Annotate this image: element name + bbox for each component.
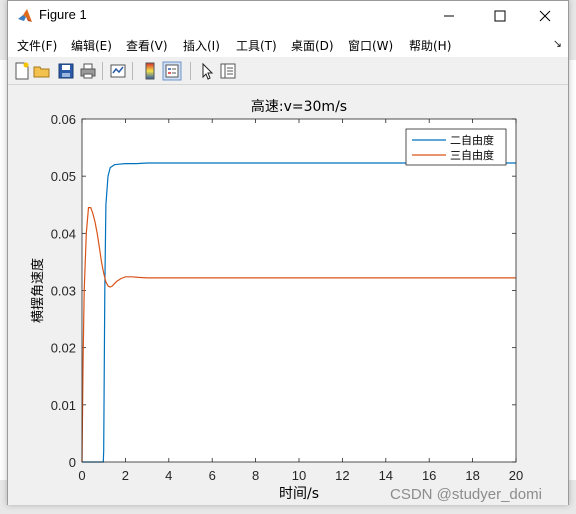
- menu-window[interactable]: 窗口(W): [348, 37, 393, 54]
- title-bar: Figure 1: [8, 1, 568, 31]
- toolbar-separator: [102, 62, 103, 80]
- y-tick-label: 0: [69, 455, 76, 470]
- edit-plot-pointer-icon[interactable]: [197, 61, 217, 81]
- x-tick-label: 10: [292, 468, 306, 483]
- x-tick-label: 6: [209, 468, 216, 483]
- x-axis-label: 时间/s: [279, 486, 319, 502]
- new-figure-icon[interactable]: [12, 61, 32, 81]
- property-inspector-icon[interactable]: [218, 61, 238, 81]
- y-tick-label: 0.05: [51, 169, 76, 184]
- x-tick-label: 20: [509, 468, 523, 483]
- toolbar-separator: [132, 62, 133, 80]
- legend-icon[interactable]: [162, 61, 182, 81]
- y-tick-label: 0.01: [51, 398, 76, 413]
- x-tick-label: 2: [122, 468, 129, 483]
- y-tick-label: 0.02: [51, 341, 76, 356]
- menu-insert[interactable]: 插入(I): [183, 37, 220, 54]
- link-plot-icon[interactable]: [108, 61, 128, 81]
- figure-toolbar: [8, 57, 568, 85]
- figure-window: Figure 1 文件(F) 编辑(E) 查看(V) 插入(I) 工具(T) 桌…: [7, 0, 569, 505]
- watermark: CSDN @studyer_domi: [390, 486, 542, 503]
- menu-view[interactable]: 查看(V): [126, 37, 168, 54]
- figure-canvas: 0 2 4 6 8 10 12 14 16 18 20 0 0.01 0.02 0.03 0.04 0.05 0.…: [8, 85, 568, 505]
- background-window-left: [0, 60, 7, 480]
- y-tick-label: 0.06: [51, 112, 76, 127]
- menu-bar: 文件(F) 编辑(E) 查看(V) 插入(I) 工具(T) 桌面(D) 窗口(W…: [8, 31, 568, 57]
- line-chart: 0 2 4 6 8 10 12 14 16 18 20 0 0.01 0.02 0.03 0.04 0.05 0.…: [30, 98, 523, 502]
- y-tick-label: 0.04: [51, 226, 76, 241]
- x-tick-label: 12: [335, 468, 349, 483]
- toolbar-separator: [190, 62, 191, 80]
- dock-arrow-icon[interactable]: ↘: [553, 37, 562, 50]
- y-tick-label: 0.03: [51, 284, 76, 299]
- x-tick-label: 0: [78, 468, 85, 483]
- plot-area: [82, 119, 516, 462]
- menu-desktop[interactable]: 桌面(D): [291, 37, 334, 54]
- x-tick-label: 4: [165, 468, 172, 483]
- colorbar-icon[interactable]: [140, 61, 160, 81]
- matlab-logo-icon: [18, 9, 32, 22]
- menu-help[interactable]: 帮助(H): [409, 37, 451, 54]
- chart-title: 高速:v=30m/s: [251, 98, 347, 115]
- close-icon[interactable]: [522, 1, 568, 31]
- menu-tools[interactable]: 工具(T): [236, 37, 277, 54]
- print-icon[interactable]: [78, 61, 98, 81]
- open-file-icon[interactable]: [32, 61, 52, 81]
- x-tick-label: 14: [379, 468, 393, 483]
- window-title: Figure 1: [39, 7, 87, 22]
- legend-label-1: 二自由度: [450, 133, 494, 147]
- minimize-icon[interactable]: [426, 1, 472, 31]
- background-window-right: [569, 60, 576, 480]
- maximize-icon[interactable]: [477, 1, 523, 31]
- x-tick-label: 18: [465, 468, 479, 483]
- x-tick-label: 16: [422, 468, 436, 483]
- save-icon[interactable]: [56, 61, 76, 81]
- legend-label-2: 三自由度: [450, 148, 494, 162]
- menu-edit[interactable]: 编辑(E): [71, 37, 112, 54]
- y-axis-label: 横摆角速度: [30, 258, 46, 323]
- x-tick-label: 8: [252, 468, 259, 483]
- menu-file[interactable]: 文件(F): [17, 37, 57, 54]
